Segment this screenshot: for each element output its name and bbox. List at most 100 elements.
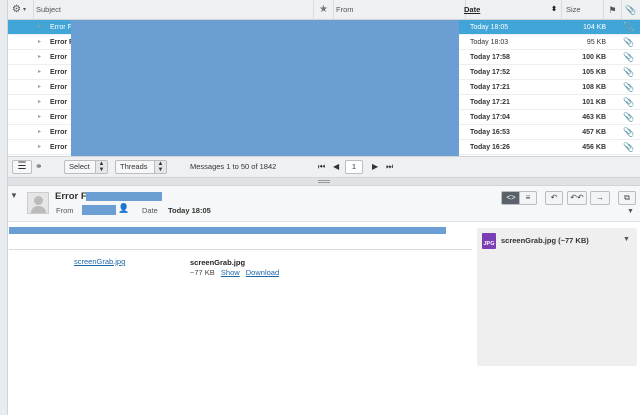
list-icon: ☰ xyxy=(17,161,27,172)
message-list-header: ⚙ ▾ Subject ★ From Date ⬍ Size ⚑ 📎 xyxy=(8,0,640,20)
row-size: 104 KB xyxy=(583,24,606,31)
row-date: Today 16:26 xyxy=(470,144,510,151)
row-size: 463 KB xyxy=(582,114,606,121)
attachment-link[interactable]: screenGrab.jpg xyxy=(74,257,125,266)
redacted-subject xyxy=(86,192,162,201)
redacted-sender xyxy=(82,205,116,215)
code-icon: <> xyxy=(506,193,516,202)
more-options-chevron-icon[interactable]: ▼ xyxy=(627,208,634,215)
attachment-icon: 📎 xyxy=(623,52,635,62)
attachment-icon: 📎 xyxy=(623,82,635,92)
attachment-icon: 📎 xyxy=(623,37,635,47)
next-page-icon[interactable]: ▶ xyxy=(372,157,378,177)
thread-arrow-icon[interactable]: ▸ xyxy=(38,125,41,140)
pane-splitter[interactable] xyxy=(8,178,640,186)
row-size: 101 KB xyxy=(582,99,606,106)
select-dropdown[interactable]: Select ▲ ▼ xyxy=(64,160,108,174)
row-subject: Error xyxy=(50,129,68,136)
divider xyxy=(9,249,472,250)
forward-button[interactable]: → xyxy=(590,191,610,205)
redacted-body-line xyxy=(9,227,446,234)
spinner-icon: ▲ ▼ xyxy=(154,161,166,173)
attachment-icon: 📎 xyxy=(623,67,635,77)
thread-arrow-icon[interactable]: ▸ xyxy=(38,35,41,50)
text-icon: ≡ xyxy=(525,193,531,202)
threads-dropdown-label: Threads xyxy=(120,162,148,171)
avatar xyxy=(27,192,49,214)
first-page-icon[interactable]: ⏮ xyxy=(318,157,325,177)
row-date: Today 18:05 xyxy=(470,24,509,31)
row-subject: Error xyxy=(50,54,68,61)
attachment-name: screenGrab.jpg xyxy=(190,258,246,267)
date-value: Today 18:05 xyxy=(168,206,211,215)
column-size[interactable]: Size xyxy=(562,0,604,20)
thread-arrow-icon[interactable]: ▸ xyxy=(38,20,41,35)
message-list-toolbar: ☰ ⚭ Select ▲ ▼ Threads ▲ ▼ Messages 1 to 50 … xyxy=(8,156,640,178)
chevron-down-icon: ▾ xyxy=(23,7,27,13)
list-options-button[interactable]: ⚙ ▾ xyxy=(8,0,34,20)
row-date: Today 17:21 xyxy=(470,99,510,106)
row-date: Today 17:52 xyxy=(470,69,510,76)
threads-dropdown[interactable]: Threads ▲ ▼ xyxy=(115,160,167,174)
row-date: Today 17:58 xyxy=(470,54,510,61)
row-size: 456 KB xyxy=(582,144,606,151)
show-link[interactable]: Show xyxy=(221,268,240,277)
attachment-icon: 📎 xyxy=(623,97,635,107)
attachment-size: ~77 KB xyxy=(190,268,215,277)
gear-icon: ⚙ xyxy=(12,4,21,15)
reply-button[interactable]: ↶ xyxy=(545,191,563,205)
row-subject: Error xyxy=(50,99,68,106)
row-size: 105 KB xyxy=(582,69,606,76)
thread-arrow-icon[interactable]: ▸ xyxy=(38,110,41,125)
column-date-label: Date xyxy=(464,5,481,14)
attachment-icon: 📎 xyxy=(623,142,635,152)
forward-icon: → xyxy=(596,193,604,202)
row-subject: Error xyxy=(50,84,68,91)
last-page-icon[interactable]: ⏭ xyxy=(386,157,393,177)
row-size: 457 KB xyxy=(582,129,606,136)
column-from-label: From xyxy=(336,5,354,14)
sort-icon: ⬍ xyxy=(551,6,557,13)
page-input[interactable]: 1 xyxy=(345,160,363,174)
prev-page-icon[interactable]: ◀ xyxy=(333,157,339,177)
column-from[interactable]: From xyxy=(334,0,466,20)
column-subject[interactable]: Subject xyxy=(34,0,314,20)
reply-all-icon: ↶↶ xyxy=(570,193,584,202)
flag-column-icon[interactable]: ⚑ xyxy=(604,0,622,20)
row-size: 95 KB xyxy=(586,39,606,46)
row-date: Today 17:04 xyxy=(470,114,510,121)
row-date: Today 18:03 xyxy=(470,39,509,46)
attachment-column-icon[interactable]: 📎 xyxy=(622,0,640,20)
date-label: Date xyxy=(142,206,158,215)
reply-all-button[interactable]: ↶↶ xyxy=(567,191,587,205)
attachment-menu-chevron-icon[interactable]: ▼ xyxy=(623,236,630,243)
side-attachment-name[interactable]: screenGrab.jpg (~77 KB) xyxy=(501,236,589,245)
row-date: Today 17:21 xyxy=(470,84,510,91)
thread-arrow-icon[interactable]: ▸ xyxy=(38,95,41,110)
row-size: 100 KB xyxy=(582,54,606,61)
row-subject: Error xyxy=(50,114,68,121)
from-label: From xyxy=(56,206,74,215)
row-subject: Error F xyxy=(50,24,72,31)
list-view-button[interactable]: ☰ xyxy=(12,160,32,174)
preview-subject: Error F xyxy=(55,191,87,202)
open-new-window-button[interactable]: ⧉ xyxy=(618,191,636,205)
threads-icon[interactable]: ⚭ xyxy=(35,161,43,172)
add-contact-icon[interactable]: 👤 xyxy=(118,203,129,214)
jpg-file-icon: JPG xyxy=(482,233,496,249)
column-date[interactable]: Date ⬍ xyxy=(460,0,562,20)
redacted-area xyxy=(71,20,459,156)
row-subject: Error xyxy=(50,144,68,151)
plain-view-toggle[interactable]: ≡ xyxy=(519,191,537,205)
html-view-toggle[interactable]: <> xyxy=(501,191,521,205)
row-date: Today 16:53 xyxy=(470,129,510,136)
flag-column-star-icon[interactable]: ★ xyxy=(314,0,334,20)
collapse-header-icon[interactable]: ▼ xyxy=(10,191,18,200)
download-link[interactable]: Download xyxy=(246,268,279,277)
attachment-icon: 📎 xyxy=(623,22,635,32)
thread-arrow-icon[interactable]: ▸ xyxy=(38,50,41,65)
thread-arrow-icon[interactable]: ▸ xyxy=(38,140,41,155)
left-sidebar-edge xyxy=(0,0,8,415)
thread-arrow-icon[interactable]: ▸ xyxy=(38,65,41,80)
thread-arrow-icon[interactable]: ▸ xyxy=(38,80,41,95)
